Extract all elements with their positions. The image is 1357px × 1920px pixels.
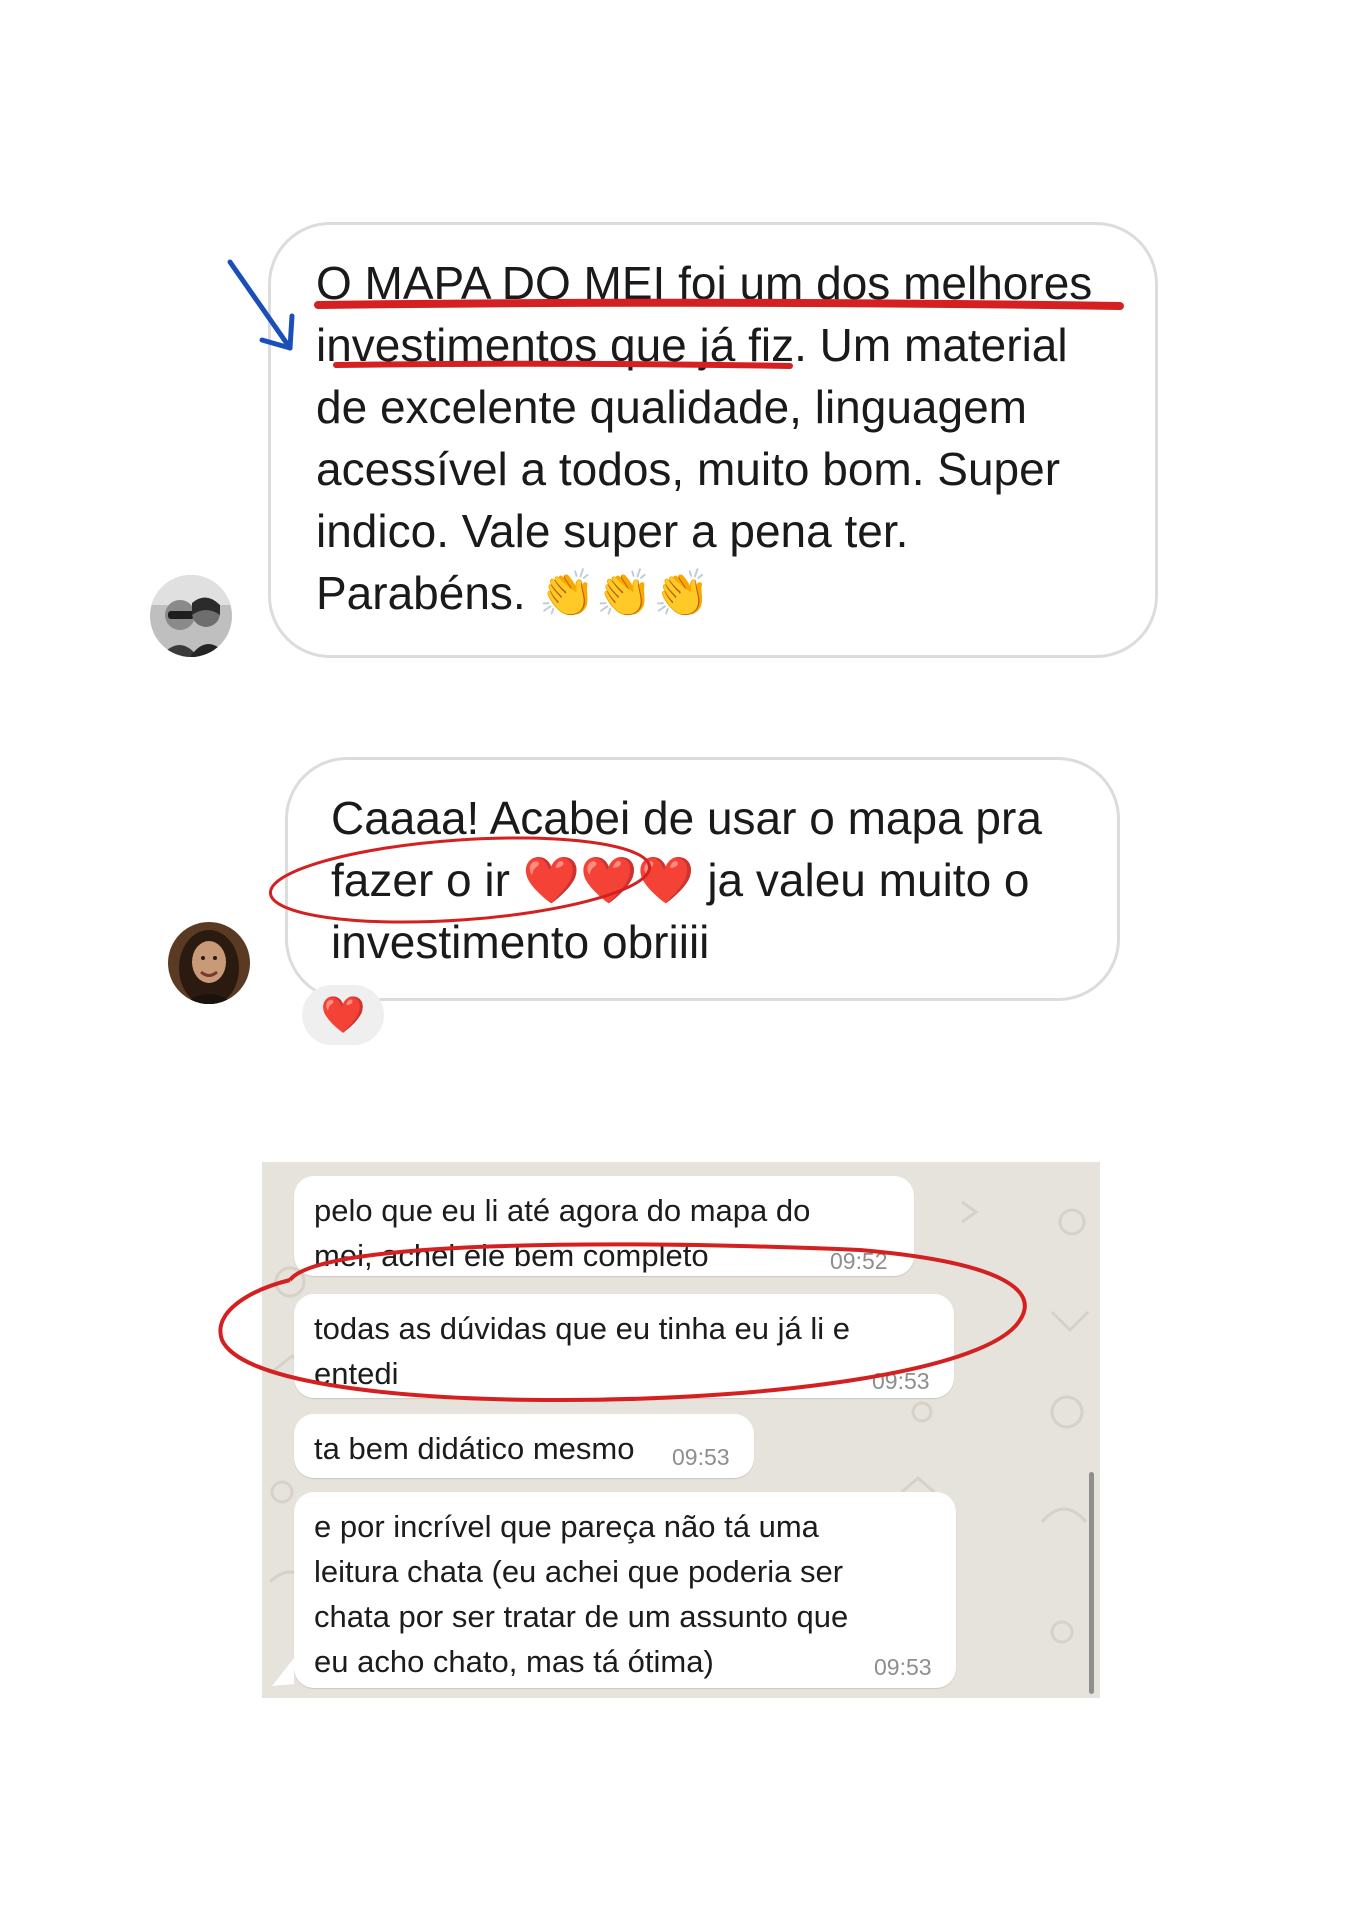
chat-message: ta bem didático mesmo 09:53 [294, 1414, 754, 1478]
comment-1-line: acessível a todos, muito bom. Super [316, 443, 1061, 495]
message-line: todas as dúvidas que eu tinha eu já li e [314, 1311, 850, 1346]
message-line: leitura chata (eu achei que poderia ser [314, 1554, 844, 1589]
message-text: ta bem didático mesmo [314, 1426, 634, 1471]
message-time: 09:53 [874, 1654, 932, 1680]
heart-reaction-emoji: ❤️ [320, 994, 366, 1035]
message-line: mei, achei ele bem completo [314, 1238, 709, 1273]
message-line: ta bem didático mesmo [314, 1431, 635, 1466]
chat-message: e por incrível que pareça não tá uma lei… [294, 1492, 956, 1688]
message-time: 09:53 [872, 1368, 930, 1394]
message-text: todas as dúvidas que eu tinha eu já li e… [314, 1306, 850, 1396]
chat-scrollbar[interactable] [1089, 1472, 1094, 1694]
message-line: chata por ser tratar de um assunto que [314, 1599, 849, 1634]
message-time: 09:53 [672, 1444, 730, 1470]
bubble-tail [272, 1658, 294, 1686]
message-line: pelo que eu li até agora do mapa do [314, 1193, 811, 1228]
chat-message: pelo que eu li até agora do mapa do mei,… [294, 1176, 914, 1276]
comment-1-text: O MAPA DO MEI foi um dos melhores invest… [316, 252, 1092, 624]
comment-1-line: O MAPA DO MEI foi um dos melhores [316, 257, 1093, 309]
avatar-couple [150, 575, 232, 657]
message-text: e por incrível que pareça não tá uma lei… [314, 1504, 848, 1684]
message-time: 09:52 [830, 1248, 888, 1274]
message-line: e por incrível que pareça não tá uma [314, 1509, 819, 1544]
heart-reaction[interactable]: ❤️ [302, 985, 384, 1045]
comment-1-line: investimentos que já fiz. Um material [316, 319, 1068, 371]
avatar-woman [168, 922, 250, 1004]
message-text: pelo que eu li até agora do mapa do mei,… [314, 1188, 810, 1278]
comment-2-line: investimento obriiii [331, 916, 710, 968]
comment-1-line: Parabéns. 👏👏👏 [316, 567, 711, 619]
message-line: eu acho chato, mas tá ótima) [314, 1644, 714, 1679]
message-line: entedi [314, 1356, 399, 1391]
comment-1-line: de excelente qualidade, linguagem [316, 381, 1027, 433]
comment-2-line: Caaaa! Acabei de usar o mapa pra [331, 792, 1042, 844]
comment-2-text: Caaaa! Acabei de usar o mapa pra fazer o… [331, 787, 1042, 973]
chat-message: todas as dúvidas que eu tinha eu já li e… [294, 1294, 954, 1398]
whatsapp-chat: pelo que eu li até agora do mapa do mei,… [262, 1162, 1100, 1698]
comment-1-line: indico. Vale super a pena ter. [316, 505, 909, 557]
comment-2-line: fazer o ir ❤️❤️❤️ ja valeu muito o [331, 854, 1030, 906]
